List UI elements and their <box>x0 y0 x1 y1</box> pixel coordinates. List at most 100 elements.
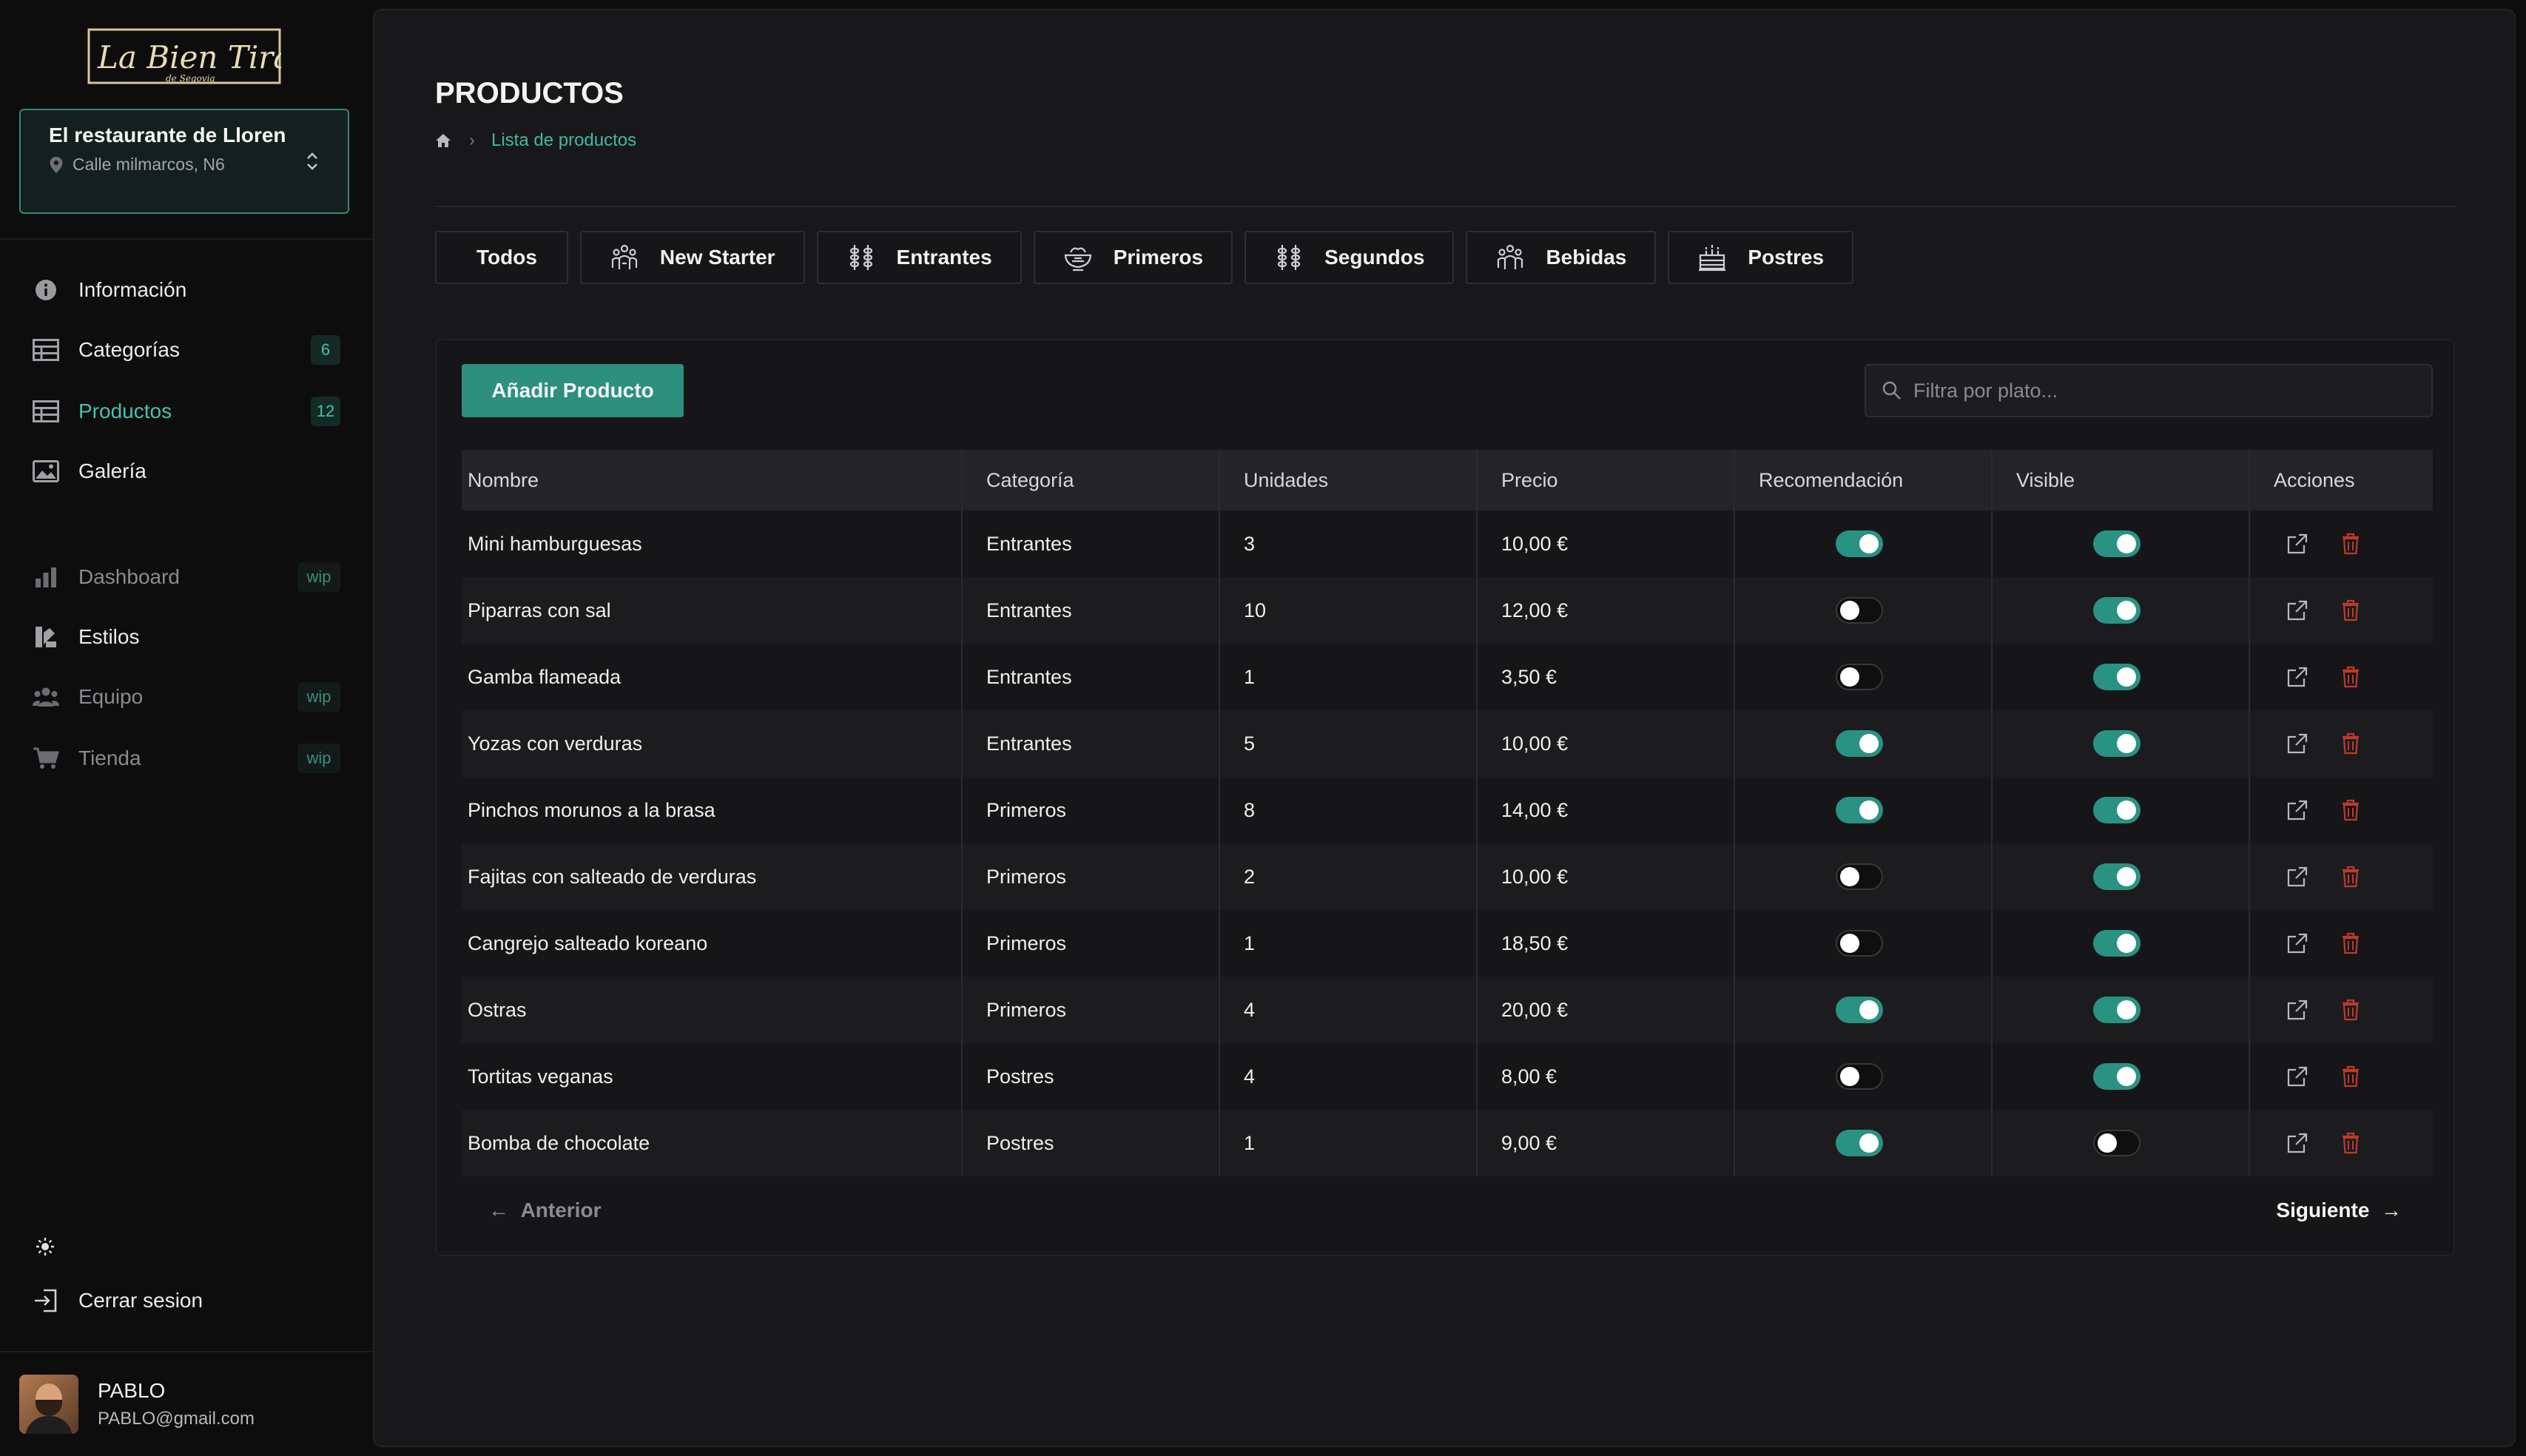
delete-icon[interactable] <box>2339 931 2362 955</box>
breadcrumb-current[interactable]: Lista de productos <box>491 130 636 151</box>
edit-icon[interactable] <box>2286 732 2309 755</box>
recommendation-toggle[interactable] <box>1835 1130 1883 1156</box>
visible-toggle[interactable] <box>2092 530 2141 557</box>
tab-new-starter[interactable]: New Starter <box>579 231 805 284</box>
recommendation-toggle[interactable] <box>1835 863 1883 890</box>
recommendation-toggle[interactable] <box>1835 930 1883 957</box>
column-header-categoria[interactable]: Categoría <box>961 450 1219 510</box>
visible-toggle[interactable] <box>2092 863 2141 890</box>
column-header-recomendacion[interactable]: Recomendación <box>1734 450 1992 510</box>
delete-icon[interactable] <box>2339 599 2362 622</box>
table-row[interactable]: Piparras con sal Entrantes 10 12,00 € <box>462 577 2433 644</box>
visible-cell <box>1991 510 2249 577</box>
info-icon <box>33 277 59 303</box>
recommendation-toggle[interactable] <box>1835 530 1883 557</box>
sidebar-item-dashboard[interactable]: Dashboard wip <box>33 559 343 596</box>
tab-postres[interactable]: Postres <box>1668 231 1854 284</box>
skewers-icon <box>1274 243 1304 272</box>
user-profile[interactable]: PABLO PABLO@gmail.com <box>19 1375 255 1434</box>
visible-toggle[interactable] <box>2092 664 2141 690</box>
search-input[interactable]: Filtra por plato... <box>1913 380 2058 402</box>
svg-text:La Bien Tirada: La Bien Tirada <box>97 39 281 75</box>
sidebar-item-estilos[interactable]: Estilos <box>33 619 343 655</box>
product-name-cell: Pinchos morunos a la brasa <box>462 777 962 843</box>
recommendation-cell <box>1734 1043 1992 1110</box>
recommendation-toggle[interactable] <box>1835 797 1883 823</box>
edit-icon[interactable] <box>2286 798 2309 822</box>
edit-icon[interactable] <box>2286 931 2309 955</box>
edit-icon[interactable] <box>2286 1065 2309 1088</box>
logout-button[interactable]: Cerrar sesion <box>33 1282 343 1319</box>
category-tabs: Todos New Starter Entrantes Primeros Seg… <box>435 231 1854 284</box>
visible-toggle[interactable] <box>2092 1130 2141 1156</box>
edit-icon[interactable] <box>2286 532 2309 556</box>
visible-toggle[interactable] <box>2092 797 2141 823</box>
delete-icon[interactable] <box>2339 998 2362 1022</box>
edit-icon[interactable] <box>2286 665 2309 689</box>
table-row[interactable]: Yozas con verduras Entrantes 5 10,00 € <box>462 710 2433 777</box>
table-row[interactable]: Pinchos morunos a la brasa Primeros 8 14,00… <box>462 777 2433 843</box>
sidebar-item-equipo[interactable]: Equipo wip <box>33 678 343 715</box>
visible-toggle[interactable] <box>2092 1063 2141 1090</box>
next-page-button[interactable]: Siguiente → <box>2276 1199 2402 1222</box>
column-header-unidades[interactable]: Unidades <box>1219 450 1477 510</box>
tab-bebidas[interactable]: Bebidas <box>1466 231 1657 284</box>
table-row[interactable]: Ostras Primeros 4 20,00 € <box>462 977 2433 1043</box>
table-row[interactable]: Tortitas veganas Postres 4 8,00 € <box>462 1043 2433 1110</box>
chevron-up-down-icon[interactable] <box>305 150 320 172</box>
restaurant-selector[interactable]: El restaurante de Lloren Calle milmarcos… <box>19 109 349 214</box>
table-row[interactable]: Cangrejo salteado koreano Primeros 1 18,50 … <box>462 910 2433 977</box>
column-header-nombre[interactable]: Nombre <box>462 450 962 510</box>
edit-icon[interactable] <box>2286 865 2309 889</box>
table-row[interactable]: Fajitas con salteado de verduras Primeros… <box>462 843 2433 910</box>
theme-toggle-button[interactable] <box>33 1228 77 1265</box>
search-field[interactable]: Filtra por plato... <box>1865 364 2433 417</box>
delete-icon[interactable] <box>2339 865 2362 889</box>
recommendation-toggle[interactable] <box>1835 597 1883 624</box>
delete-icon[interactable] <box>2339 1065 2362 1088</box>
edit-icon[interactable] <box>2286 1131 2309 1155</box>
product-units-cell: 4 <box>1219 977 1477 1043</box>
tab-todos[interactable]: Todos <box>435 231 568 284</box>
visible-toggle[interactable] <box>2092 730 2141 757</box>
tab-primeros[interactable]: Primeros <box>1033 231 1233 284</box>
column-header-visible[interactable]: Visible <box>1991 450 2249 510</box>
sidebar-item-galeria[interactable]: Galería <box>33 453 343 490</box>
delete-icon[interactable] <box>2339 732 2362 755</box>
brand-logo[interactable]: La Bien Tirada de Segovia <box>87 28 330 89</box>
delete-icon[interactable] <box>2339 798 2362 822</box>
recommendation-toggle[interactable] <box>1835 664 1883 690</box>
arrow-left-icon: ← <box>488 1199 521 1221</box>
sidebar-item-categorias[interactable]: Categorías 6 <box>33 331 343 368</box>
visible-toggle[interactable] <box>2092 930 2141 957</box>
recommendation-cell <box>1734 977 1992 1043</box>
arrow-right-icon: → <box>2369 1199 2402 1221</box>
visible-toggle[interactable] <box>2092 997 2141 1023</box>
sun-icon <box>33 1233 58 1260</box>
delete-icon[interactable] <box>2339 532 2362 556</box>
recommendation-toggle[interactable] <box>1835 997 1883 1023</box>
visible-toggle[interactable] <box>2092 597 2141 624</box>
recommendation-toggle[interactable] <box>1835 1063 1883 1090</box>
edit-icon[interactable] <box>2286 998 2309 1022</box>
delete-icon[interactable] <box>2339 1131 2362 1155</box>
image-icon <box>33 458 59 485</box>
categories-count-badge: 6 <box>311 335 340 365</box>
recommendation-toggle[interactable] <box>1835 730 1883 757</box>
previous-page-button[interactable]: ← Anterior <box>488 1199 601 1222</box>
sidebar-item-informacion[interactable]: Información <box>33 272 343 309</box>
delete-icon[interactable] <box>2339 665 2362 689</box>
home-icon[interactable] <box>435 133 451 148</box>
table-row[interactable]: Gamba flameada Entrantes 1 3,50 € <box>462 644 2433 710</box>
sidebar-item-tienda[interactable]: Tienda wip <box>33 740 343 777</box>
add-product-button[interactable]: Añadir Producto <box>462 364 684 417</box>
table-row[interactable]: Mini hamburguesas Entrantes 3 10,00 € <box>462 510 2433 577</box>
product-name-cell: Bomba de chocolate <box>462 1110 962 1176</box>
tab-segundos[interactable]: Segundos <box>1245 231 1455 284</box>
table-row[interactable]: Bomba de chocolate Postres 1 9,00 € <box>462 1110 2433 1176</box>
sidebar-item-productos[interactable]: Productos 12 <box>33 393 343 430</box>
product-price-cell: 10,00 € <box>1476 843 1734 910</box>
column-header-precio[interactable]: Precio <box>1476 450 1734 510</box>
edit-icon[interactable] <box>2286 599 2309 622</box>
tab-entrantes[interactable]: Entrantes <box>816 231 1022 284</box>
